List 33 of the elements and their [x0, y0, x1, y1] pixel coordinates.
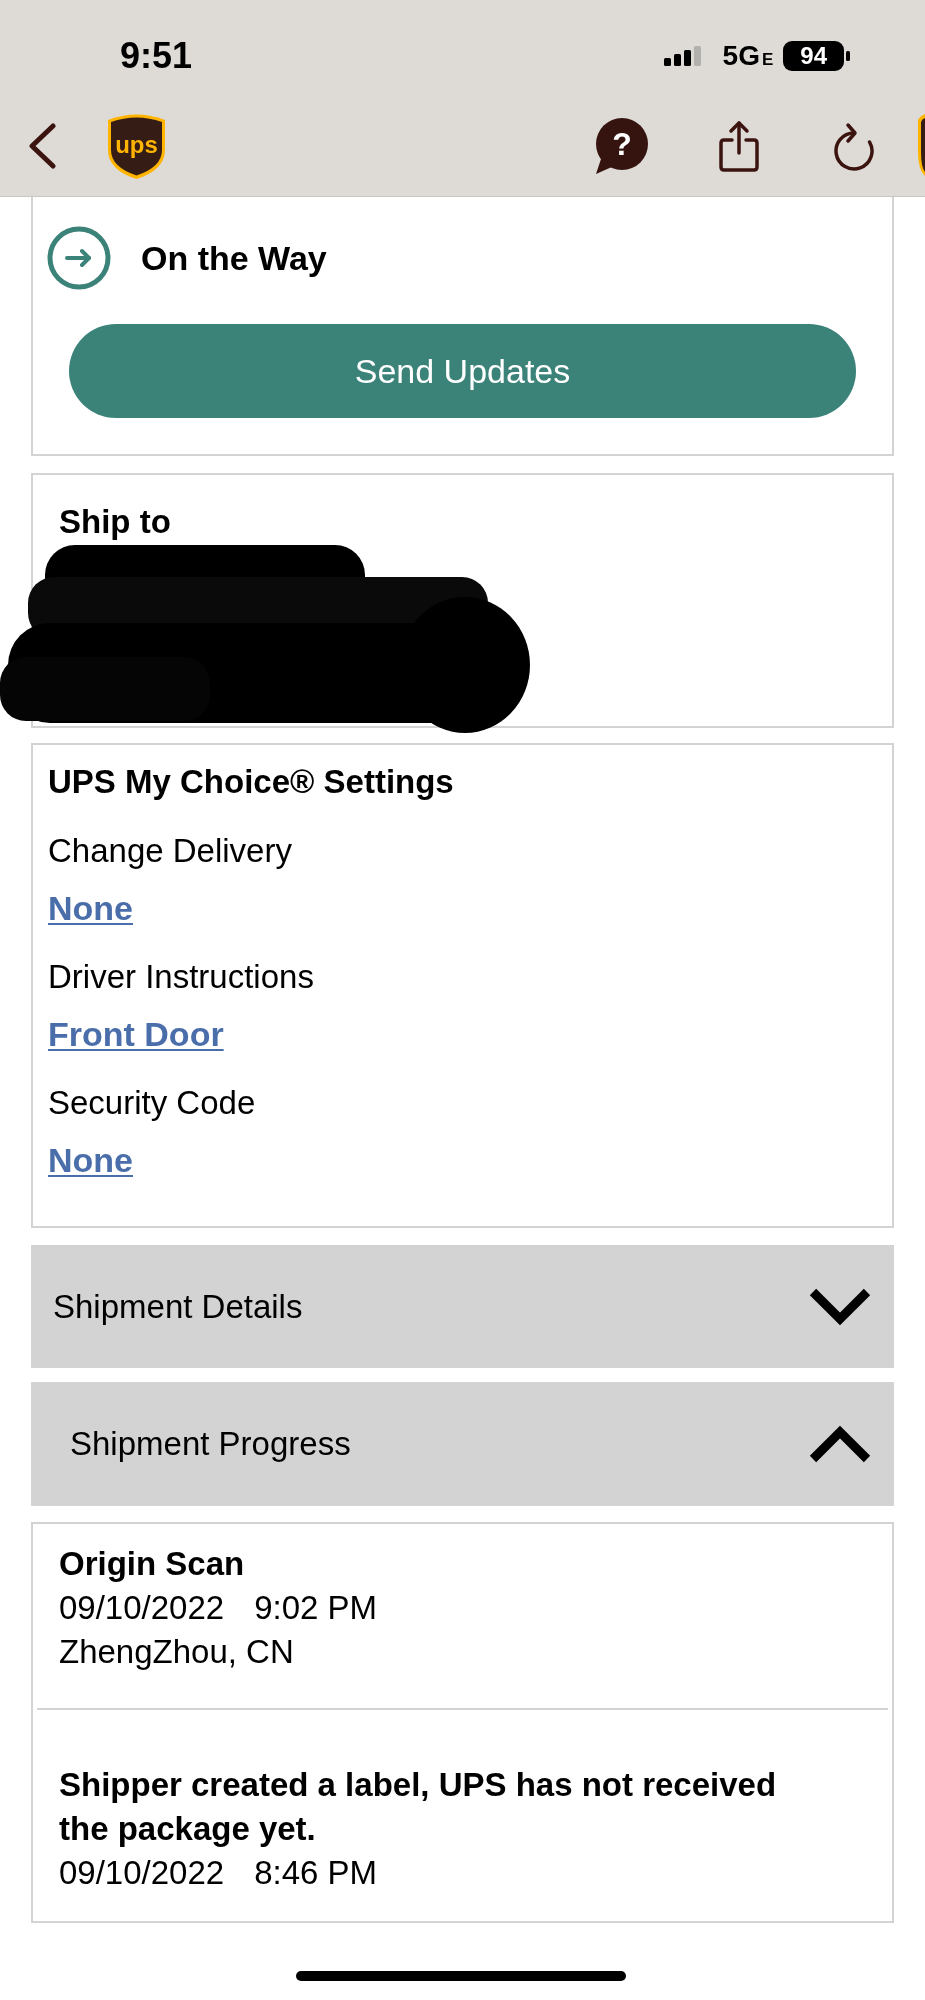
network-type: 5G — [722, 41, 760, 71]
send-updates-button[interactable]: Send Updates — [69, 324, 856, 418]
refresh-button[interactable] — [833, 120, 875, 172]
event-time: 9:02 PM — [254, 1588, 378, 1628]
refresh-icon — [833, 120, 875, 172]
battery-tip-icon — [846, 51, 850, 61]
status-time: 9:51 — [120, 36, 193, 76]
setting-label: Security Code — [48, 1083, 256, 1123]
setting-link[interactable]: None — [48, 1140, 133, 1180]
accordion-header[interactable]: Shipment Details — [31, 1245, 894, 1368]
signal-icon — [663, 46, 701, 66]
event-location: ZhengZhou, CN — [59, 1633, 294, 1670]
battery-indicator: 94 — [783, 41, 844, 71]
setting-link[interactable]: Front Door — [48, 1014, 224, 1054]
event-title: Origin Scan — [59, 1544, 245, 1584]
accordion-header[interactable]: Shipment Progress — [31, 1382, 894, 1506]
event-time: 8:46 PM — [254, 1853, 378, 1893]
event-date: 09/10/2022 — [59, 1853, 225, 1893]
setting-label: Change Delivery — [48, 831, 292, 871]
shipment-status: On the Way — [141, 238, 327, 278]
event-date: 09/10/2022 — [59, 1588, 225, 1628]
arrow-circle-icon — [47, 226, 111, 290]
network-suffix: E — [761, 51, 774, 69]
share-icon — [718, 119, 760, 173]
back-button[interactable] — [28, 123, 56, 169]
setting-label: Driver Instructions — [48, 957, 314, 997]
ship-to-heading: Ship to — [59, 502, 171, 542]
setting-link[interactable]: None — [48, 888, 133, 928]
shield-logo: ups — [107, 112, 166, 180]
settings-heading: UPS My Choice® Settings — [48, 762, 454, 802]
chevron-left-icon — [28, 123, 56, 169]
share-button[interactable] — [718, 119, 760, 173]
event-title: Shipper created a label, UPS has not received the package yet. — [59, 1765, 778, 1849]
